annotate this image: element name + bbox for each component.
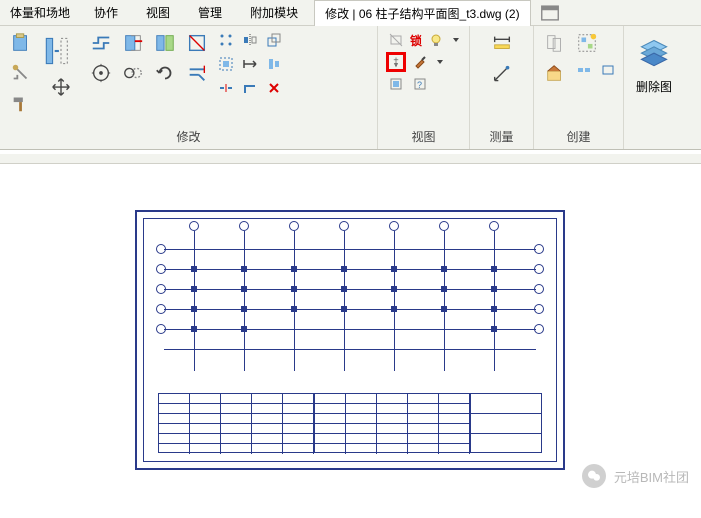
title-block <box>158 393 542 453</box>
panel-create-label: 创建 <box>542 126 615 147</box>
link1-icon[interactable] <box>574 60 594 80</box>
ribbon: 修改 锁 ? 视图 测量 <box>0 26 701 150</box>
quick-access-sep <box>0 154 701 164</box>
activate-icon[interactable] <box>386 74 406 94</box>
panel-measure-label: 测量 <box>478 126 525 147</box>
panel-modify: 修改 <box>0 26 378 149</box>
move-icon[interactable] <box>48 74 74 100</box>
dimension-icon[interactable] <box>489 30 515 56</box>
cope-icon[interactable] <box>88 30 114 56</box>
paint-icon[interactable] <box>410 52 430 72</box>
panel-view-label: 视图 <box>386 126 461 147</box>
pin-icon[interactable] <box>386 52 406 72</box>
array-icon[interactable] <box>216 30 236 50</box>
measure-icon[interactable] <box>489 62 515 88</box>
dropdown-arrow-icon[interactable] <box>436 58 444 66</box>
cut-icon[interactable] <box>120 30 146 56</box>
menu-bar: 体量和场地 协作 视图 管理 附加模块 修改 | 06 柱子结构平面图_t3.d… <box>0 0 701 26</box>
menu-manage[interactable]: 管理 <box>184 0 236 25</box>
panel-measure: 测量 <box>470 26 534 149</box>
hammer-icon[interactable] <box>8 90 34 116</box>
align-sm-icon[interactable] <box>264 54 284 74</box>
menu-addins[interactable]: 附加模块 <box>236 0 312 25</box>
drawing-border <box>135 210 565 470</box>
menu-view[interactable]: 视图 <box>132 0 184 25</box>
dropdown-arrow-icon[interactable] <box>452 36 460 44</box>
corner-icon[interactable] <box>240 78 260 98</box>
panel-modify-label: 修改 <box>8 126 369 147</box>
bulb-icon[interactable] <box>426 30 446 50</box>
panel-create: 创建 <box>534 26 624 149</box>
trim-icon[interactable] <box>184 60 210 86</box>
group-icon[interactable] <box>216 54 236 74</box>
create-similar-icon[interactable] <box>542 30 568 56</box>
scale-icon[interactable] <box>264 30 284 50</box>
align-icon[interactable] <box>40 30 82 72</box>
delete-label: 删除图 <box>636 78 672 95</box>
split-icon[interactable] <box>184 30 210 56</box>
svg-text:?: ? <box>417 80 422 90</box>
copy-icon[interactable] <box>120 60 146 86</box>
active-tab[interactable]: 修改 | 06 柱子结构平面图_t3.dwg (2) <box>314 0 531 26</box>
tab-overflow-icon[interactable] <box>539 2 561 24</box>
offset-icon[interactable] <box>88 60 114 86</box>
drawing-frame <box>143 218 557 462</box>
hide-icon[interactable] <box>386 30 406 50</box>
watermark-text: 元培BIM社团 <box>614 467 689 486</box>
match-icon[interactable] <box>8 60 34 86</box>
panel-view: 锁 ? 视图 <box>378 26 470 149</box>
split2-icon[interactable] <box>216 78 236 98</box>
menu-collab[interactable]: 协作 <box>80 0 132 25</box>
family-icon[interactable] <box>542 60 568 86</box>
panel-delete: 删除图 <box>624 26 684 149</box>
watermark: 元培BIM社团 <box>582 464 689 488</box>
wechat-icon <box>582 464 606 488</box>
query-icon[interactable]: ? <box>410 74 430 94</box>
paste-icon[interactable] <box>8 30 34 56</box>
mirror-icon[interactable] <box>240 30 260 50</box>
rotate-icon[interactable] <box>152 60 178 86</box>
create-group-icon[interactable] <box>574 30 600 56</box>
delete-icon[interactable] <box>264 78 284 98</box>
lock-label: 锁 <box>410 32 422 49</box>
delete-layers-icon[interactable] <box>633 30 675 72</box>
link2-icon[interactable] <box>598 60 618 80</box>
structural-grid <box>164 231 536 371</box>
extend-icon[interactable] <box>240 54 260 74</box>
join-icon[interactable] <box>152 30 178 56</box>
menu-mass[interactable]: 体量和场地 <box>0 0 80 25</box>
